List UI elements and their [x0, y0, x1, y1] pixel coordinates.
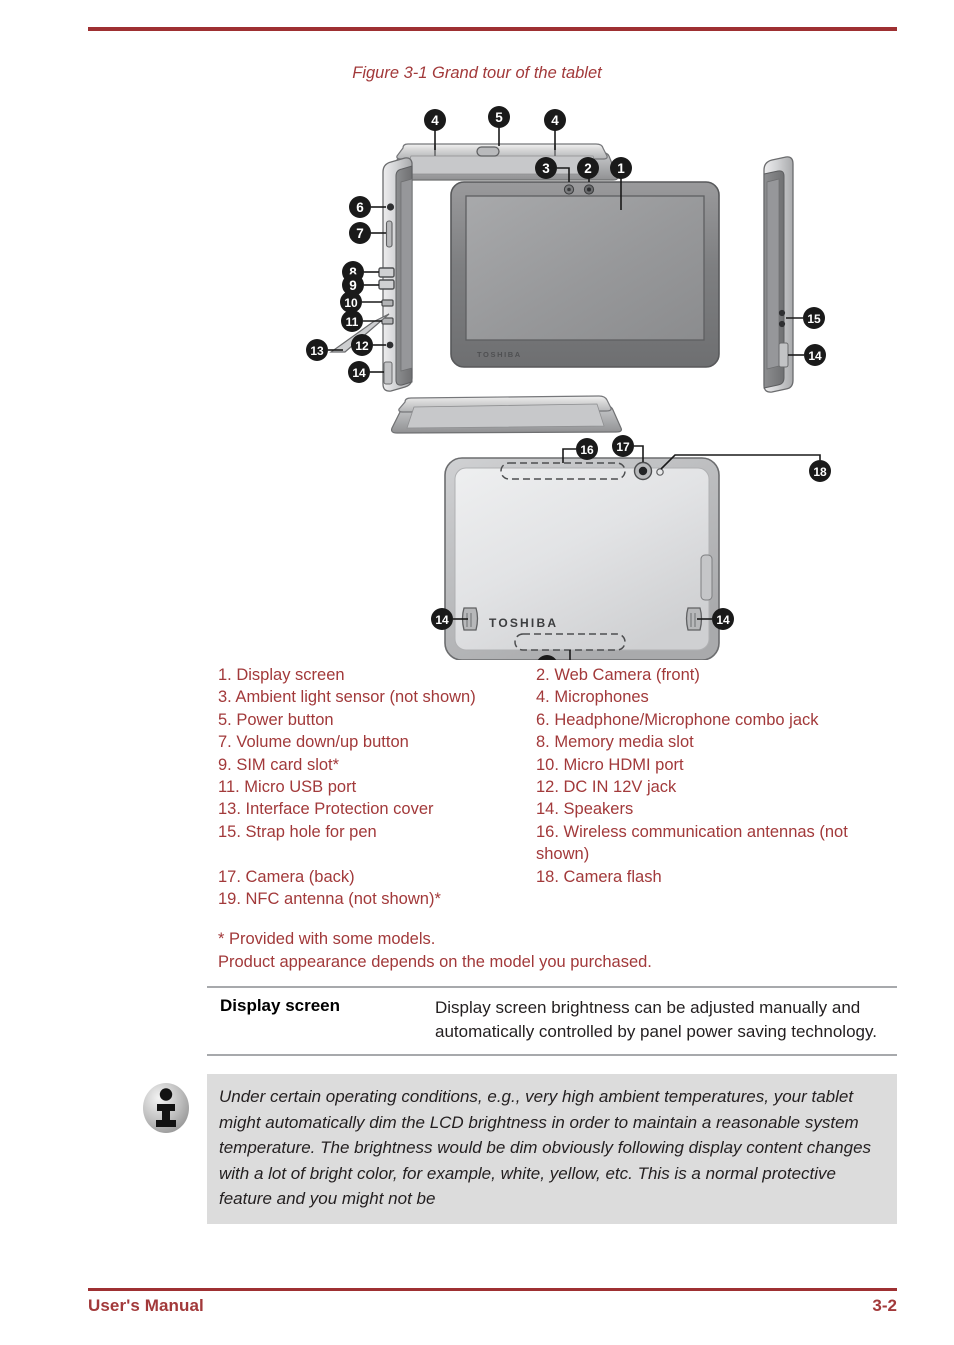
footer-rule: [88, 1288, 897, 1291]
table-row: Display screen Display screen brightness…: [207, 988, 897, 1054]
parts-item: 5. Power button: [218, 710, 334, 729]
callout-16: 16: [576, 438, 598, 460]
svg-text:15: 15: [807, 312, 821, 326]
parts-item: 11. Micro USB port: [218, 778, 357, 797]
parts-item: 2. Web Camera (front): [536, 666, 700, 684]
callout-14d: 14: [712, 608, 734, 630]
parts-item: 18. Camera flash: [536, 867, 662, 886]
footer-page-number: 3-2: [872, 1296, 897, 1315]
definition-description: Display screen brightness can be adjuste…: [435, 998, 877, 1041]
right-side-view: [763, 156, 794, 393]
svg-text:10: 10: [344, 296, 358, 310]
callout-10: 10: [340, 291, 362, 313]
svg-text:7: 7: [356, 226, 364, 241]
callout-5: 5: [488, 106, 510, 128]
manual-page: Figure 3-1 Grand tour of the tablet TOSH…: [0, 0, 954, 1345]
tablet-grand-tour-diagram: TOSHIBA TOSHIBA 4 5 4 3 2 1 6 7 8 9 10 1…: [255, 100, 855, 660]
parts-legend-right-column: 2. Web Camera (front) 4. Microphones 6. …: [536, 664, 896, 888]
svg-text:1: 1: [617, 161, 625, 176]
callout-14c: 14: [431, 608, 453, 630]
callout-17: 17: [612, 435, 634, 457]
parts-item: 17. Camera (back): [218, 867, 355, 886]
figure-caption: Figure 3-1 Grand tour of the tablet: [352, 64, 602, 82]
callout-4b: 4: [544, 109, 566, 131]
svg-text:9: 9: [349, 278, 357, 293]
callout-14b: 14: [804, 344, 826, 366]
callout-7: 7: [349, 222, 371, 244]
parts-item: 19. NFC antenna (not shown)*: [218, 890, 441, 909]
info-note-text: Under certain operating conditions, e.g.…: [219, 1087, 872, 1208]
svg-text:17: 17: [616, 440, 630, 454]
footnote-line-1: * Provided with some models.: [218, 930, 436, 948]
back-view: TOSHIBA: [444, 457, 720, 660]
callout-2: 2: [577, 157, 599, 179]
parts-item: 10. Micro HDMI port: [536, 755, 684, 774]
svg-text:6: 6: [356, 200, 364, 215]
svg-text:5: 5: [495, 110, 503, 125]
front-view: TOSHIBA: [450, 181, 720, 368]
parts-item: 3. Ambient light sensor (not shown): [218, 688, 476, 707]
header-rule: [88, 27, 897, 31]
callout-1: 1: [610, 157, 632, 179]
callout-18: 18: [809, 460, 831, 482]
parts-item: 4. Microphones: [536, 688, 649, 707]
svg-text:12: 12: [355, 339, 369, 353]
callout-13: 13: [306, 339, 328, 361]
callout-14a: 14: [348, 361, 370, 383]
svg-text:TOSHIBA: TOSHIBA: [477, 350, 522, 359]
back-top-edge-view: [390, 395, 623, 434]
svg-text:14: 14: [716, 613, 730, 627]
svg-text:3: 3: [542, 161, 550, 176]
figure-footnotes: * Provided with some models. Product app…: [218, 928, 918, 973]
svg-text:2: 2: [584, 161, 592, 176]
svg-text:13: 13: [310, 344, 324, 358]
table-rule-bottom: [207, 1054, 897, 1056]
callout-15: 15: [803, 307, 825, 329]
definition-term: Display screen: [220, 996, 341, 1015]
footer-document-title: User's Manual: [88, 1296, 204, 1315]
svg-text:14: 14: [352, 366, 366, 380]
callout-3: 3: [535, 157, 557, 179]
parts-item: 7. Volume down/up button: [218, 733, 409, 752]
svg-text:18: 18: [813, 465, 827, 479]
parts-item: 6. Headphone/Microphone combo jack: [536, 710, 819, 729]
display-screen-definition-table: Display screen Display screen brightness…: [207, 986, 897, 1056]
svg-text:11: 11: [346, 315, 359, 329]
parts-item: 14. Speakers: [536, 800, 634, 819]
svg-text:4: 4: [551, 113, 559, 128]
footnote-line-2: Product appearance depends on the model …: [218, 952, 652, 971]
parts-item: 15. Strap hole for pen: [218, 822, 377, 841]
svg-text:4: 4: [431, 113, 439, 128]
info-note-box: Under certain operating conditions, e.g.…: [207, 1074, 897, 1224]
svg-text:16: 16: [580, 443, 594, 457]
callout-12: 12: [351, 334, 373, 356]
svg-text:14: 14: [435, 613, 449, 627]
parts-item: 9. SIM card slot*: [218, 755, 340, 774]
parts-item: 1. Display screen: [218, 666, 345, 684]
svg-text:14: 14: [808, 349, 822, 363]
parts-item: 12. DC IN 12V jack: [536, 778, 677, 797]
parts-item: 8. Memory media slot: [536, 733, 694, 752]
callout-11: 11: [341, 310, 363, 332]
svg-text:TOSHIBA: TOSHIBA: [489, 616, 558, 630]
parts-item: 16. Wireless communication antennas (not…: [536, 822, 853, 864]
parts-legend-left-column: 1. Display screen 3. Ambient light senso…: [218, 664, 528, 910]
callout-6: 6: [349, 196, 371, 218]
info-icon: [140, 1081, 192, 1135]
callout-4a: 4: [424, 109, 446, 131]
parts-item: 13. Interface Protection cover: [218, 800, 434, 819]
